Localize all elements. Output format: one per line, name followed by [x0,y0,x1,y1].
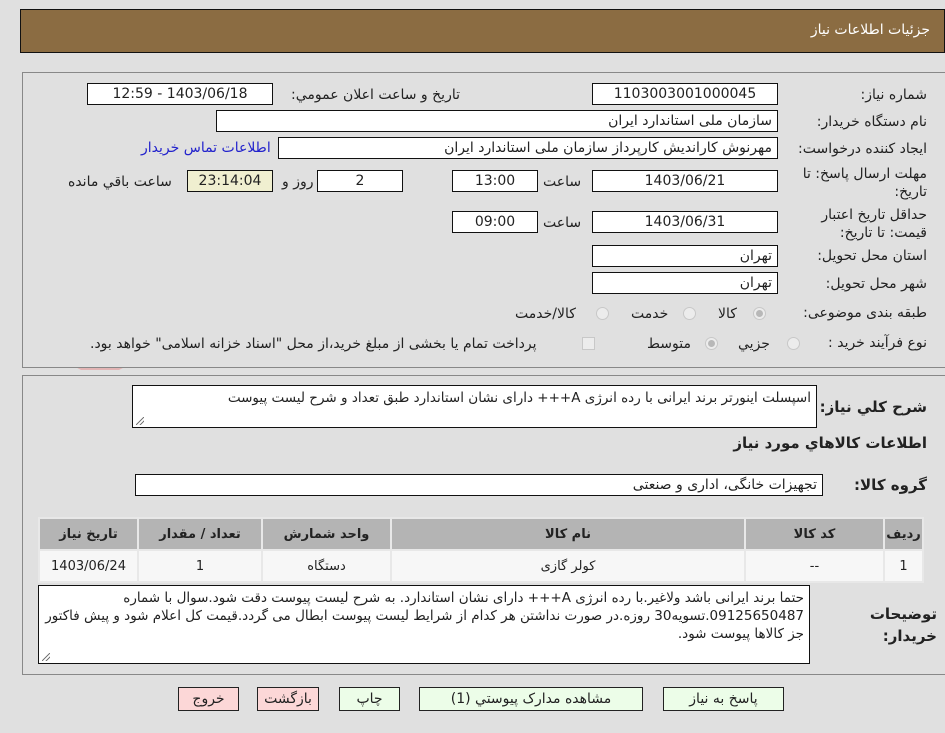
price-validity-date-field: 1403/06/31 [592,211,778,233]
page-header: جزئیات اطلاعات نیاز [20,9,945,53]
goods-info-title: اطلاعات کالاهاي مورد نیاز [733,434,927,452]
general-desc-text: اسپسلت اینورتر برند ایرانی با رده انرژی … [227,390,811,406]
goods-table: ردیف کد کالا نام کالا واحد شمارش تعداد /… [38,517,924,583]
col-goods-name: نام کالا [390,517,746,551]
price-validity-time-field: 09:00 [452,211,538,233]
announce-label: تاریخ و ساعت اعلان عمومي: [291,87,460,103]
requester-field: مهرنوش کاراندیش کارپرداز سازمان ملی استا… [278,137,778,159]
time-remaining-label: ساعت باقي مانده [68,174,172,190]
col-quantity: تعداد / مقدار [137,517,263,551]
process-radio-medium[interactable] [705,337,718,350]
deadline-time-field: 13:00 [452,170,538,192]
exit-button[interactable]: خروج [178,687,239,711]
general-desc-label: شرح کلي نیاز: [819,398,927,416]
treasury-note: پرداخت تمام یا بخشی از مبلغ خرید،از محل … [90,336,537,352]
cell-row-number: 1 [883,549,924,583]
buyer-notes-text: حتما برند ایرانی باشد ولاغیر.با رده انرژ… [45,590,804,642]
table-row: 1 -- کولر گازی دستگاه 1 1403/06/24 [38,549,924,583]
col-need-date: تاریخ نیاز [38,517,139,551]
category-option-goods-service: کالا/خدمت [515,306,576,322]
need-number-field: 1103003001000045 [592,83,778,105]
time-remaining-field: 23:14:04 [187,170,273,192]
category-option-service: خدمت [631,306,669,322]
resize-grip-icon[interactable] [136,417,144,425]
buyer-notes-label: توضیحات خریدار: [869,605,937,645]
buyer-notes-textarea[interactable]: حتما برند ایرانی باشد ولاغیر.با رده انرژ… [38,585,810,664]
process-label: نوع فرآیند خرید : [828,335,927,351]
buyer-org-label: نام دستگاه خریدار: [816,114,927,130]
buyer-org-field: سازمان ملی استاندارد ایران [216,110,778,132]
treasury-checkbox[interactable] [582,337,595,350]
cell-goods-code: -- [744,549,885,583]
print-button[interactable]: چاپ [339,687,400,711]
general-desc-textarea[interactable]: اسپسلت اینورتر برند ایرانی با رده انرژی … [132,385,817,428]
days-remaining-field: 2 [317,170,403,192]
category-radio-goods-service[interactable] [596,307,609,320]
requester-label: ایجاد کننده درخواست: [798,141,927,157]
days-label: روز و [282,174,314,190]
resize-grip-icon[interactable] [42,653,50,661]
col-goods-code: کد کالا [744,517,885,551]
price-validity-label: حداقل تاریخ اعتبار قیمت: تا تاریخ: [821,207,927,241]
view-attachments-button[interactable]: مشاهده مدارک پیوستي (1) [419,687,643,711]
buyer-contact-link[interactable]: اطلاعات تماس خریدار [141,140,271,156]
deadline-date-field: 1403/06/21 [592,170,778,192]
category-option-goods: کالا [718,306,737,322]
cell-need-date: 1403/06/24 [38,549,139,583]
province-field: تهران [592,245,778,267]
city-label: شهر محل تحویل: [825,276,927,292]
category-label: طبقه بندی موضوعی: [803,305,927,321]
process-option-minor: جزیي [738,336,770,352]
page-title: جزئیات اطلاعات نیاز [810,22,930,38]
province-label: استان محل تحویل: [817,248,927,264]
col-row-number: ردیف [883,517,924,551]
deadline-label: مهلت ارسال پاسخ: تا تاریخ: [802,166,927,200]
goods-group-field: تجهیزات خانگی، اداری و صنعتی [135,474,823,496]
announce-datetime-field: 1403/06/18 - 12:59 [87,83,273,105]
city-field: تهران [592,272,778,294]
process-option-medium: متوسط [647,336,691,352]
cell-goods-name: کولر گازی [390,549,746,583]
process-radio-minor[interactable] [787,337,800,350]
back-button[interactable]: بازگشت [257,687,319,711]
goods-group-label: گروه کالا: [854,476,927,494]
cell-quantity: 1 [137,549,263,583]
cell-unit: دستگاه [261,549,392,583]
need-number-label: شماره نیاز: [860,87,928,103]
deadline-time-label: ساعت [543,174,582,190]
category-radio-goods[interactable] [753,307,766,320]
col-unit: واحد شمارش [261,517,392,551]
category-radio-service[interactable] [683,307,696,320]
price-validity-time-label: ساعت [543,215,582,231]
respond-button[interactable]: پاسخ به نیاز [663,687,784,711]
table-header-row: ردیف کد کالا نام کالا واحد شمارش تعداد /… [38,517,924,551]
